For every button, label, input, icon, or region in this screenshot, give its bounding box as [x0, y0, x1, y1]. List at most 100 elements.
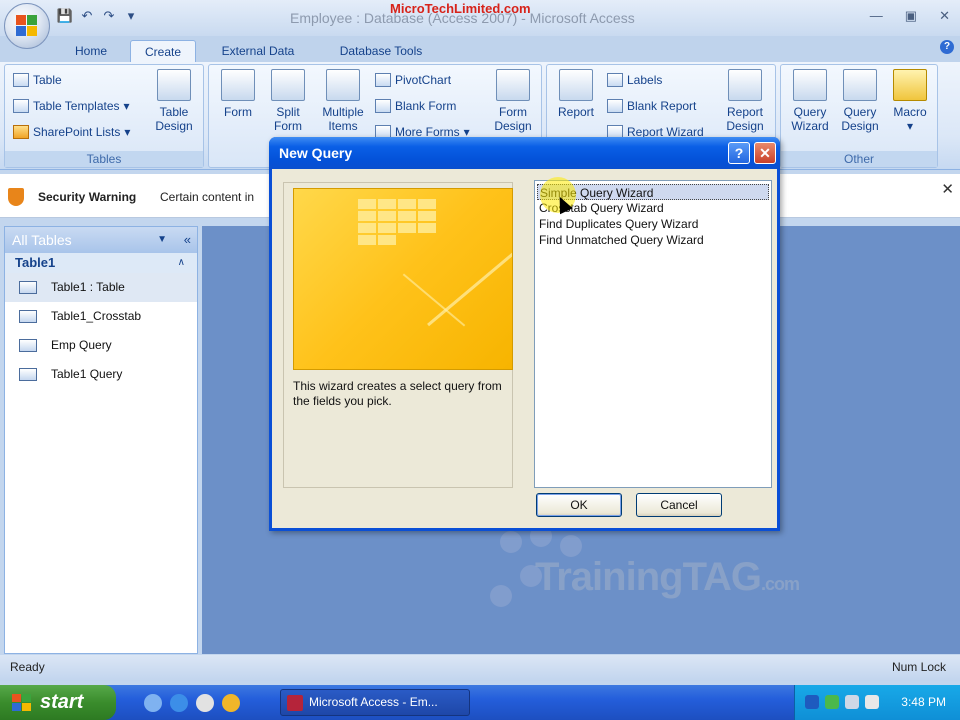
blank-form-icon	[375, 99, 391, 113]
tab-home[interactable]: Home	[62, 40, 120, 62]
macro-icon	[893, 69, 927, 101]
cancel-button[interactable]: Cancel	[636, 493, 722, 517]
labels-button[interactable]: Labels	[607, 73, 662, 87]
show-desktop-icon[interactable]	[144, 694, 162, 712]
sharepoint-lists-button[interactable]: SharePoint Lists ▾	[13, 125, 130, 139]
tab-database-tools[interactable]: Database Tools	[322, 40, 440, 62]
table-design-icon	[157, 69, 191, 101]
preview-panel: This wizard creates a select query from …	[283, 182, 513, 488]
restore-icon[interactable]: ▣	[905, 8, 917, 24]
split-form-icon	[271, 69, 305, 101]
volume-icon[interactable]	[845, 695, 859, 709]
query-wizard-button[interactable]: Query Wizard	[785, 69, 835, 133]
query-design-icon	[843, 69, 877, 101]
window-controls: — ▣ ✕	[870, 8, 950, 24]
close-icon[interactable]: ✕	[754, 142, 776, 164]
nav-header[interactable]: All Tables ▼ «	[5, 227, 197, 253]
split-form-button[interactable]: Split Form	[265, 69, 311, 133]
form-design-icon	[496, 69, 530, 101]
taskbar: start Microsoft Access - Em... 3:48 PM	[0, 685, 960, 720]
close-icon[interactable]: ✕	[939, 8, 950, 24]
status-text: Ready	[10, 660, 45, 674]
table-design-button[interactable]: Table Design	[151, 69, 197, 133]
num-lock-indicator: Num Lock	[891, 660, 946, 674]
help-icon[interactable]: ?	[940, 40, 954, 54]
query-wizard-icon	[793, 69, 827, 101]
internet-explorer-icon[interactable]	[170, 694, 188, 712]
form-icon	[221, 69, 255, 101]
report-icon	[559, 69, 593, 101]
form-button[interactable]: Form	[215, 69, 261, 119]
multiple-items-button[interactable]: Multiple Items	[315, 69, 371, 133]
report-design-button[interactable]: Report Design	[719, 69, 771, 133]
report-button[interactable]: Report	[551, 69, 601, 119]
tray-arrow-icon[interactable]	[805, 695, 819, 709]
pivotchart-icon	[375, 73, 391, 87]
dialog-title-bar[interactable]: New Query ? ✕	[269, 137, 780, 169]
windows-flag-icon	[12, 694, 32, 712]
media-player-icon[interactable]	[196, 694, 214, 712]
macro-button[interactable]: Macro ▾	[885, 69, 935, 133]
taskbar-item-access[interactable]: Microsoft Access - Em...	[280, 689, 470, 716]
messenger-icon[interactable]	[222, 694, 240, 712]
blank-form-button[interactable]: Blank Form	[375, 99, 456, 113]
ok-button[interactable]: OK	[536, 493, 622, 517]
table-templates-icon	[13, 99, 29, 113]
close-icon[interactable]: ✕	[941, 180, 954, 198]
wizard-preview-image	[293, 188, 513, 370]
group-label-other: Other	[781, 151, 937, 167]
new-query-dialog: New Query ? ✕ This wizard creates a sele…	[269, 137, 780, 531]
nav-item-table1-crosstab[interactable]: Table1_Crosstab	[5, 302, 197, 331]
list-item[interactable]: Find Unmatched Query Wizard	[537, 232, 769, 248]
quick-access-toolbar: 💾 ↶ ↷ ▾	[56, 6, 140, 26]
tab-create[interactable]: Create	[130, 40, 196, 62]
nav-item-table1[interactable]: Table1 : Table	[5, 273, 197, 302]
nav-group-table1[interactable]: Table1 ∧	[5, 253, 197, 273]
navigation-pane: All Tables ▼ « Table1 ∧ Table1 : Table T…	[4, 226, 198, 654]
group-other: Query Wizard Query Design Macro ▾ Other	[780, 64, 938, 168]
multiple-items-icon	[326, 69, 360, 101]
tab-external-data[interactable]: External Data	[208, 40, 308, 62]
save-icon[interactable]: 💾	[56, 8, 74, 24]
shield-icon	[8, 188, 24, 206]
redo-icon[interactable]: ↷	[100, 8, 118, 24]
nav-item-table1-query[interactable]: Table1 Query	[5, 360, 197, 389]
query-type-list[interactable]: Simple Query Wizard Crosstab Query Wizar…	[534, 180, 772, 488]
customize-qat-icon[interactable]: ▾	[122, 8, 140, 24]
nav-item-emp-query[interactable]: Emp Query	[5, 331, 197, 360]
blank-report-button[interactable]: Blank Report	[607, 99, 696, 113]
list-item[interactable]: Find Duplicates Query Wizard	[537, 216, 769, 232]
collapse-pane-icon[interactable]: «	[184, 227, 191, 253]
group-tables: Table Table Templates ▾ SharePoint Lists ▾…	[4, 64, 204, 168]
table-templates-button[interactable]: Table Templates ▾	[13, 99, 130, 113]
wizard-description: This wizard creates a select query from …	[293, 379, 502, 408]
query-icon	[19, 310, 37, 323]
status-bar: Ready Num Lock	[0, 655, 960, 681]
form-design-button[interactable]: Form Design	[489, 69, 537, 133]
office-button[interactable]	[4, 3, 50, 49]
table-icon	[13, 73, 29, 87]
quick-launch	[144, 694, 240, 712]
query-icon	[19, 339, 37, 352]
help-icon[interactable]: ?	[728, 142, 750, 164]
chevron-down-icon[interactable]: ▼	[157, 227, 167, 253]
undo-icon[interactable]: ↶	[78, 8, 96, 24]
blank-report-icon	[607, 99, 623, 113]
brand-watermark: TrainingTAG.com	[535, 555, 800, 599]
title-bar: 💾 ↶ ↷ ▾ Employee : Database (Access 2007…	[0, 0, 960, 36]
network-icon[interactable]	[825, 695, 839, 709]
sharepoint-icon	[13, 125, 29, 139]
ribbon-tabs: Home Create External Data Database Tools	[0, 36, 960, 62]
start-button[interactable]: start	[0, 685, 116, 720]
table-button[interactable]: Table	[13, 73, 62, 87]
minimize-icon[interactable]: —	[870, 8, 883, 24]
office-logo-icon	[16, 15, 38, 37]
watermark-text: MicroTechLimited.com	[390, 1, 531, 16]
access-icon	[287, 695, 303, 711]
security-center-icon[interactable]	[865, 695, 879, 709]
chevron-up-icon[interactable]: ∧	[178, 253, 185, 273]
query-design-button[interactable]: Query Design	[835, 69, 885, 133]
pivotchart-button[interactable]: PivotChart	[375, 73, 451, 87]
system-tray: 3:48 PM	[794, 685, 960, 720]
clock: 3:48 PM	[901, 695, 946, 709]
